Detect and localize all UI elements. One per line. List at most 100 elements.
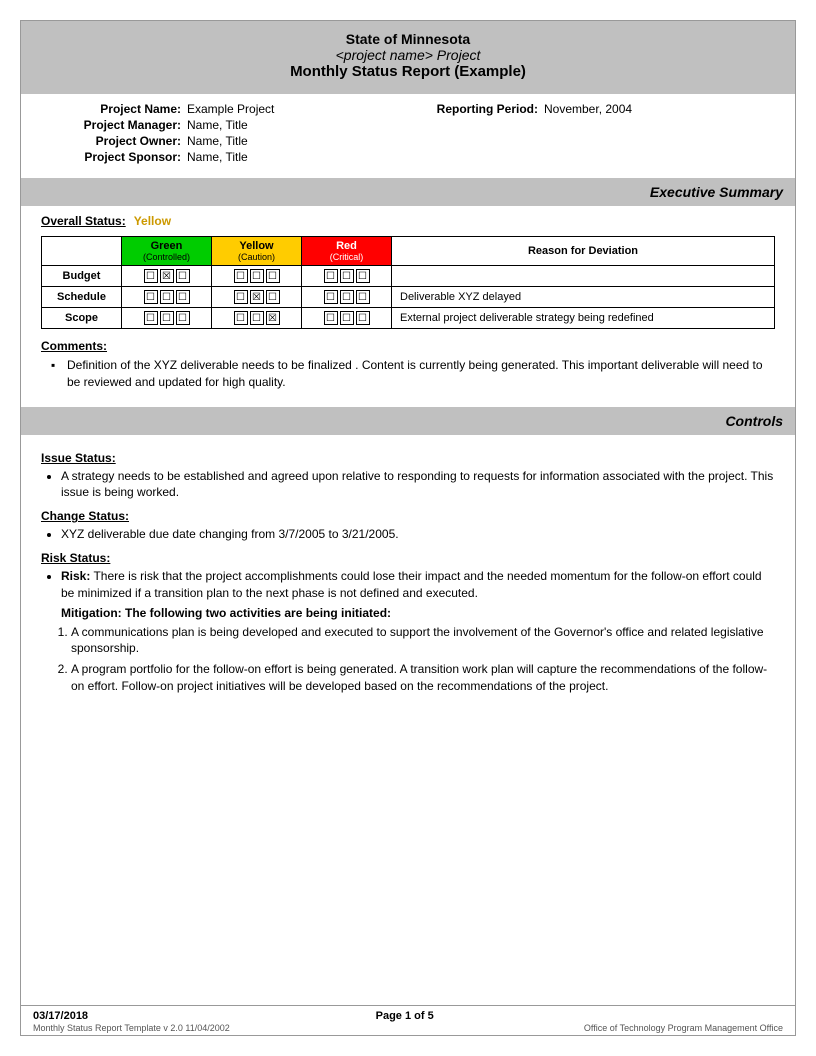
row-label: Scope — [42, 308, 122, 329]
footer-bottom: Monthly Status Report Template v 2.0 11/… — [33, 1023, 783, 1033]
project-owner-value: Name, Title — [187, 134, 248, 148]
project-sponsor-row: Project Sponsor: Name, Title — [51, 150, 408, 164]
mitigation-numbered-list: A communications plan is being developed… — [71, 624, 775, 695]
footer-page: Page 1 of 5 — [376, 1010, 434, 1022]
checkbox[interactable]: ☐ — [356, 290, 370, 304]
green-checkboxes: ☐☒☐ — [122, 266, 212, 287]
yellow-checkboxes: ☐☐☐ — [212, 266, 302, 287]
footer-date: 03/17/2018 — [33, 1010, 88, 1022]
th-yellow: Yellow (Caution) — [212, 237, 302, 266]
checkbox[interactable]: ☐ — [266, 290, 280, 304]
th-empty — [42, 237, 122, 266]
checkbox[interactable]: ☐ — [234, 311, 248, 325]
risk-item: Risk: There is risk that the project acc… — [61, 568, 775, 602]
checkbox[interactable]: ☐ — [356, 269, 370, 283]
executive-summary-content: Overall Status: Yellow Green (Controlled… — [21, 206, 795, 403]
change-list: XYZ deliverable due date changing from 3… — [61, 526, 775, 543]
checkbox[interactable]: ☐ — [176, 311, 190, 325]
checkbox[interactable]: ☐ — [324, 311, 338, 325]
project-sponsor-value: Name, Title — [187, 150, 248, 164]
status-table: Green (Controlled) Yellow (Caution) Red … — [41, 236, 775, 329]
checkbox[interactable]: ☐ — [340, 269, 354, 283]
page-header: State of Minnesota <project name> Projec… — [21, 21, 795, 94]
checkbox[interactable]: ☐ — [176, 290, 190, 304]
mitigation-item: A communications plan is being developed… — [71, 624, 775, 658]
comments-list: Definition of the XYZ deliverable needs … — [51, 357, 775, 391]
controls-content: Issue Status: A strategy needs to be est… — [21, 435, 795, 707]
checkbox[interactable]: ☐ — [250, 311, 264, 325]
issue-text: A strategy needs to be established and a… — [61, 469, 773, 500]
risk-bold-label: Risk: — [61, 569, 90, 583]
risk-list: Risk: There is risk that the project acc… — [61, 568, 775, 602]
th-red: Red (Critical) — [302, 237, 392, 266]
checkbox[interactable]: ☐ — [144, 311, 158, 325]
reporting-period-value: November, 2004 — [544, 102, 632, 116]
change-text: XYZ deliverable due date changing from 3… — [61, 527, 399, 541]
footer-office: Office of Technology Program Management … — [584, 1023, 783, 1033]
overall-status-value: Yellow — [134, 214, 171, 228]
mitigation-label: Mitigation: The following two activities… — [61, 606, 775, 620]
reason-cell: External project deliverable strategy be… — [392, 308, 775, 329]
footer: 03/17/2018 Page 1 of 5 placeholder Month… — [21, 1005, 795, 1035]
mitigation-intro: The following two activities are being i… — [125, 606, 391, 620]
yellow-checkboxes: ☐☐☒ — [212, 308, 302, 329]
checkbox[interactable]: ☐ — [234, 290, 248, 304]
checkbox[interactable]: ☐ — [324, 269, 338, 283]
table-row: Schedule☐☐☐☐☒☐☐☐☐Deliverable XYZ delayed — [42, 287, 775, 308]
checkbox[interactable]: ☐ — [356, 311, 370, 325]
project-manager-row: Project Manager: Name, Title — [51, 118, 408, 132]
checkbox[interactable]: ☐ — [340, 311, 354, 325]
controls-title: Controls — [725, 413, 783, 429]
checkbox[interactable]: ☐ — [176, 269, 190, 283]
project-name-row: Project Name: Example Project — [51, 102, 408, 116]
project-manager-label: Project Manager: — [51, 118, 181, 132]
overall-status-label: Overall Status: — [41, 214, 126, 228]
reason-cell — [392, 266, 775, 287]
checkbox[interactable]: ☒ — [266, 311, 280, 325]
project-owner-label: Project Owner: — [51, 134, 181, 148]
checkbox[interactable]: ☐ — [234, 269, 248, 283]
footer-template: Monthly Status Report Template v 2.0 11/… — [33, 1023, 230, 1033]
reporting-period-row: Reporting Period: November, 2004 — [408, 102, 765, 116]
checkbox[interactable]: ☐ — [160, 311, 174, 325]
project-info-left: Project Name: Example Project Project Ma… — [51, 102, 408, 166]
project-info-right: Reporting Period: November, 2004 — [408, 102, 765, 166]
checkbox[interactable]: ☐ — [266, 269, 280, 283]
change-item: XYZ deliverable due date changing from 3… — [61, 526, 775, 543]
executive-summary-title: Executive Summary — [650, 184, 783, 200]
red-checkboxes: ☐☐☐ — [302, 266, 392, 287]
change-status-label: Change Status: — [41, 509, 775, 523]
checkbox[interactable]: ☐ — [144, 290, 158, 304]
header-line2: <project name> Project — [41, 47, 775, 63]
reason-cell: Deliverable XYZ delayed — [392, 287, 775, 308]
comment-item: Definition of the XYZ deliverable needs … — [51, 357, 775, 391]
table-row: Scope☐☐☐☐☐☒☐☐☐External project deliverab… — [42, 308, 775, 329]
project-name-value: Example Project — [187, 102, 274, 116]
issue-item: A strategy needs to be established and a… — [61, 468, 775, 502]
yellow-checkboxes: ☐☒☐ — [212, 287, 302, 308]
risk-text: There is risk that the project accomplis… — [61, 569, 762, 600]
checkbox[interactable]: ☐ — [250, 269, 264, 283]
table-header-row: Green (Controlled) Yellow (Caution) Red … — [42, 237, 775, 266]
row-label: Budget — [42, 266, 122, 287]
checkbox[interactable]: ☒ — [160, 269, 174, 283]
checkbox[interactable]: ☐ — [144, 269, 158, 283]
executive-summary-header: Executive Summary — [21, 178, 795, 206]
checkbox[interactable]: ☐ — [340, 290, 354, 304]
project-name-label: Project Name: — [51, 102, 181, 116]
project-sponsor-label: Project Sponsor: — [51, 150, 181, 164]
red-checkboxes: ☐☐☐ — [302, 287, 392, 308]
checkbox[interactable]: ☐ — [160, 290, 174, 304]
reporting-period-label: Reporting Period: — [408, 102, 538, 116]
project-owner-row: Project Owner: Name, Title — [51, 134, 408, 148]
controls-header: Controls — [21, 407, 795, 435]
checkbox[interactable]: ☐ — [324, 290, 338, 304]
project-manager-value: Name, Title — [187, 118, 248, 132]
project-info: Project Name: Example Project Project Ma… — [21, 94, 795, 174]
checkbox[interactable]: ☒ — [250, 290, 264, 304]
issue-list: A strategy needs to be established and a… — [61, 468, 775, 502]
comments-label: Comments: — [41, 339, 775, 353]
header-line3: Monthly Status Report (Example) — [41, 63, 775, 80]
green-checkboxes: ☐☐☐ — [122, 308, 212, 329]
table-row: Budget☐☒☐☐☐☐☐☐☐ — [42, 266, 775, 287]
